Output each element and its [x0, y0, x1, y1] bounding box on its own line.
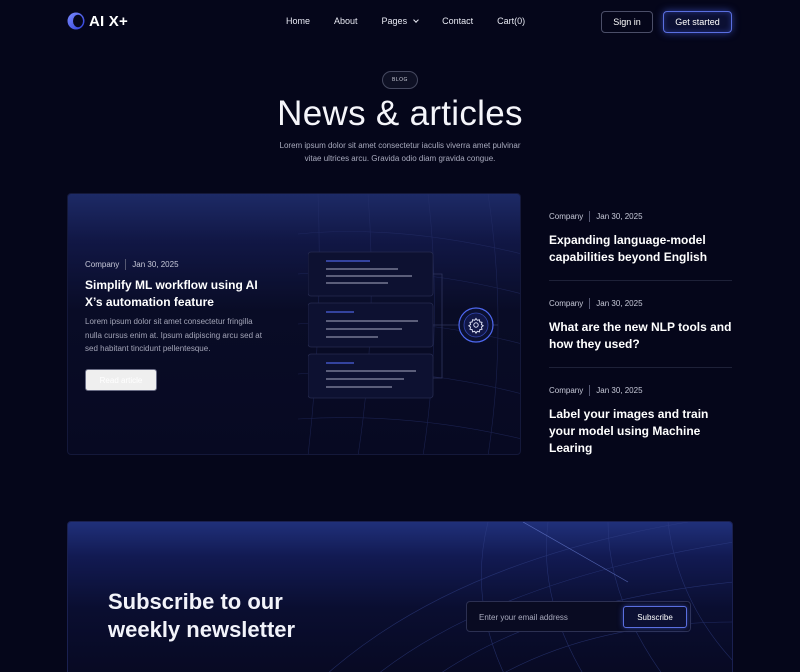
article-date: Jan 30, 2025 — [596, 299, 643, 308]
nav-links: Home About Pages Contact Cart(0) — [286, 16, 525, 26]
read-article-button[interactable]: Read article — [85, 369, 157, 391]
nav-link-contact[interactable]: Contact — [442, 16, 473, 26]
chevron-down-icon — [413, 16, 419, 23]
nav-link-home[interactable]: Home — [286, 16, 310, 26]
article-category: Company — [549, 299, 584, 308]
featured-article-card[interactable]: Company Jan 30, 2025 Simplify ML workflo… — [67, 193, 521, 455]
side-article[interactable]: Company Jan 30, 2025 Expanding language-… — [549, 211, 732, 266]
meta-divider — [589, 298, 591, 309]
nav-link-label: Cart(0) — [497, 16, 526, 26]
logo-icon — [67, 12, 85, 30]
side-article[interactable]: Company Jan 30, 2025 What are the new NL… — [549, 298, 732, 353]
article-meta: Company Jan 30, 2025 — [549, 298, 732, 309]
get-started-button[interactable]: Get started — [663, 11, 732, 33]
top-navigation: AI X+ Home About Pages Contact Cart(0) S… — [0, 0, 800, 44]
article-meta: Company Jan 30, 2025 — [85, 259, 179, 270]
article-date: Jan 30, 2025 — [596, 386, 643, 395]
newsletter-title: Subscribe to our weekly newsletter — [108, 589, 296, 642]
article-date: Jan 30, 2025 — [132, 260, 179, 269]
meta-divider — [125, 259, 127, 270]
newsletter-form: Subscribe — [466, 601, 691, 632]
brand-name: AI X+ — [89, 12, 128, 30]
sign-in-button[interactable]: Sign in — [601, 11, 653, 33]
article-meta: Company Jan 30, 2025 — [549, 211, 732, 222]
side-article-title[interactable]: What are the new NLP tools and how they … — [549, 319, 732, 353]
side-article[interactable]: Company Jan 30, 2025 Label your images a… — [549, 385, 732, 457]
article-divider — [549, 367, 732, 368]
email-field[interactable] — [479, 610, 619, 624]
nav-link-label: Contact — [442, 16, 474, 26]
nav-link-cart[interactable]: Cart(0) — [497, 16, 525, 26]
featured-article-description: Lorem ipsum dolor sit amet consectetur f… — [85, 317, 262, 353]
side-article-title[interactable]: Expanding language-model capabilities be… — [549, 232, 732, 266]
article-category: Company — [85, 260, 120, 269]
side-article-title[interactable]: Label your images and train your model u… — [549, 406, 732, 457]
nav-link-pages[interactable]: Pages — [382, 16, 419, 26]
meta-divider — [589, 211, 591, 222]
meta-divider — [589, 385, 591, 396]
article-meta: Company Jan 30, 2025 — [549, 385, 732, 396]
workflow-illustration — [308, 251, 498, 399]
nav-link-about[interactable]: About — [334, 16, 358, 26]
newsletter-section: Subscribe to our weekly newsletter Subsc… — [67, 521, 733, 672]
page-title: News & articles — [277, 94, 523, 133]
nav-link-label: About — [334, 16, 358, 26]
article-category: Company — [549, 212, 584, 221]
featured-article-title[interactable]: Simplify ML workflow using AI X’s automa… — [85, 277, 265, 311]
nav-link-label: Home — [286, 16, 311, 26]
nav-link-label: Pages — [381, 16, 408, 26]
article-divider — [549, 280, 732, 281]
blog-badge: BLOG — [382, 71, 418, 89]
article-date: Jan 30, 2025 — [596, 212, 643, 221]
page-subtitle: Lorem ipsum dolor sit amet consectetur i… — [279, 141, 521, 163]
brand-logo[interactable]: AI X+ — [67, 12, 128, 30]
article-category: Company — [549, 386, 584, 395]
subscribe-button[interactable]: Subscribe — [623, 606, 687, 628]
